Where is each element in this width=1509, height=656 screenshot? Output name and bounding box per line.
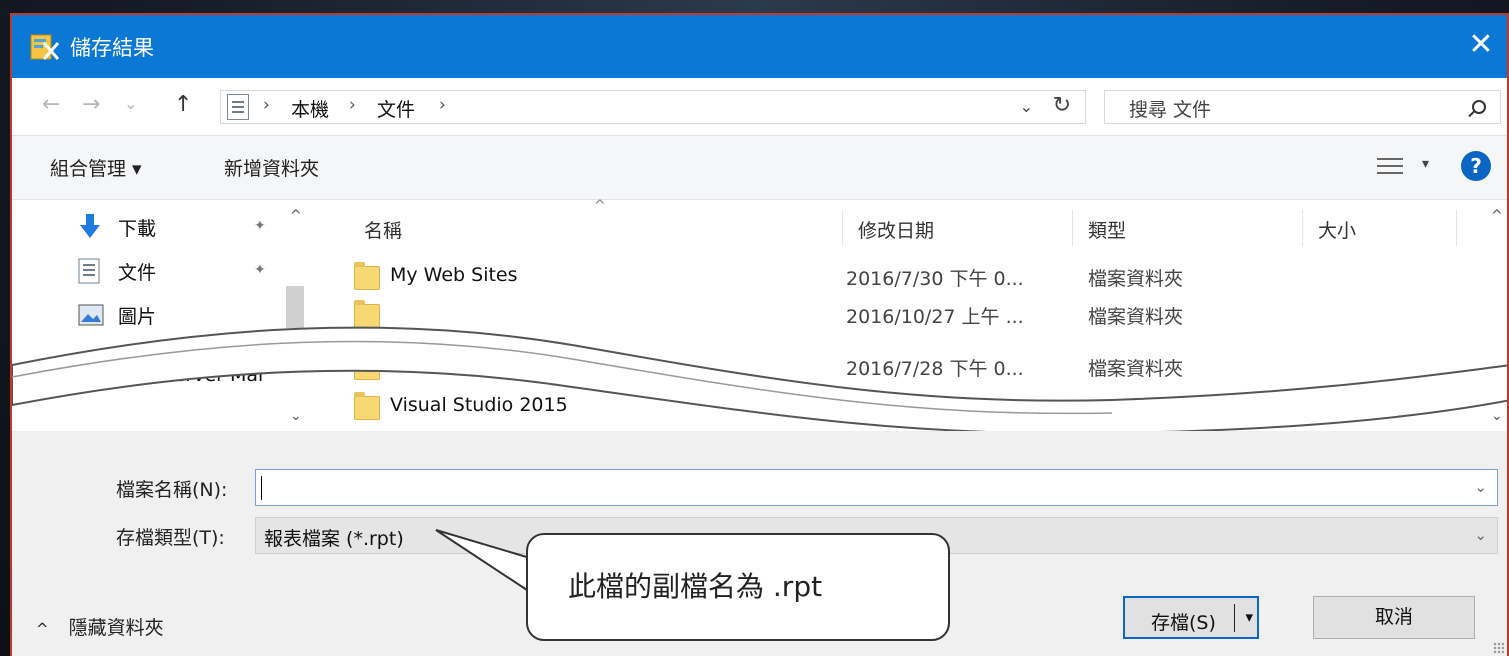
chevron-down-icon[interactable]: ▾ xyxy=(1245,608,1253,626)
nav-scrollbar[interactable]: ^ ⌄ xyxy=(282,202,308,431)
folder-icon xyxy=(354,352,380,380)
scroll-up-icon[interactable]: ^ xyxy=(1491,208,1503,224)
filetype-value: 報表檔案 (*.rpt) xyxy=(264,528,404,550)
column-divider[interactable] xyxy=(1302,210,1303,246)
pin-icon[interactable]: ✦ xyxy=(254,218,266,234)
resize-grip-icon[interactable] xyxy=(1493,642,1505,654)
filetype-label: 存檔類型(T): xyxy=(116,527,225,549)
split-divider xyxy=(1234,604,1235,632)
file-name: My Web Sites xyxy=(390,264,518,286)
pin-icon[interactable]: ✦ xyxy=(254,262,266,278)
breadcrumb-separator[interactable]: › xyxy=(439,95,446,115)
file-modified: 2016/10/27 上午 ... xyxy=(846,306,1024,328)
nav-item-label: 下載 xyxy=(118,218,157,240)
file-type: 檔案資料夾 xyxy=(1088,358,1184,380)
nav-item-label: SQL Server Mar xyxy=(118,364,266,386)
chevron-down-icon[interactable]: ⌄ xyxy=(1474,526,1487,544)
file-type: 檔案資料夾 xyxy=(1088,306,1184,328)
organize-button[interactable]: 組合管理 ▾ xyxy=(50,154,142,181)
report-icon xyxy=(30,34,60,60)
hide-folders-toggle[interactable]: ^ 隱藏資料夾 xyxy=(36,613,164,640)
file-scrollbar[interactable]: ^ ⌄ xyxy=(1483,202,1507,431)
callout-text: 此檔的副檔名為 .rpt xyxy=(568,570,823,603)
back-arrow-icon[interactable]: ← xyxy=(42,92,60,117)
text-caret xyxy=(261,476,262,500)
search-icon[interactable] xyxy=(1472,100,1486,114)
column-divider[interactable] xyxy=(1072,210,1073,246)
scroll-down-icon[interactable]: ⌄ xyxy=(1491,408,1503,424)
up-arrow-icon[interactable]: ↑ xyxy=(174,92,192,117)
hide-folders-label: 隱藏資料夾 xyxy=(68,617,164,639)
scroll-down-icon[interactable]: ⌄ xyxy=(290,408,302,424)
column-divider[interactable] xyxy=(1456,210,1457,246)
breadcrumb-documents[interactable]: 文件 xyxy=(377,95,415,122)
view-options-icon[interactable] xyxy=(1377,158,1403,176)
search-placeholder: 搜尋 文件 xyxy=(1129,99,1212,121)
breadcrumb-this-pc[interactable]: 本機 xyxy=(291,95,329,122)
folder-icon xyxy=(354,300,380,328)
search-input[interactable]: 搜尋 文件 xyxy=(1104,90,1501,124)
title-bar: 儲存結果 ✕ xyxy=(12,15,1507,78)
file-type: 檔案資料夾 xyxy=(1088,268,1184,290)
download-icon xyxy=(80,214,100,238)
recent-locations-icon[interactable]: ⌄ xyxy=(124,94,137,113)
column-divider[interactable] xyxy=(842,210,843,246)
navigation-pane: 下載 ✦ 文件 ✦ 圖片 SQL Server Mar ^ ⌄ xyxy=(12,202,310,431)
nav-item-label: 圖片 xyxy=(118,306,157,328)
document-icon xyxy=(78,258,100,284)
file-modified: 2016/7/28 下午 0... xyxy=(846,358,1024,380)
cancel-button[interactable]: 取消 xyxy=(1313,596,1475,639)
filename-label: 檔案名稱(N): xyxy=(116,479,228,501)
document-icon xyxy=(227,94,249,120)
file-name: Visual Studio 2015 xyxy=(390,394,568,416)
picture-icon xyxy=(78,304,104,326)
filename-input[interactable]: ⌄ xyxy=(255,469,1498,506)
address-bar[interactable]: › 本機 › 文件 › ⌄ ↻ xyxy=(220,90,1086,124)
browser-area: 下載 ✦ 文件 ✦ 圖片 SQL Server Mar ^ ⌄ ^ 名稱 修改日… xyxy=(12,198,1507,431)
scroll-up-icon[interactable]: ^ xyxy=(290,208,302,224)
address-row: ← → ⌄ ↑ › 本機 › 文件 › ⌄ ↻ 搜尋 文件 xyxy=(12,78,1507,136)
annotation-callout: 此檔的副檔名為 .rpt xyxy=(526,533,950,641)
column-header-type[interactable]: 類型 xyxy=(1088,216,1126,243)
breadcrumb-separator: › xyxy=(263,95,270,115)
column-header-size[interactable]: 大小 xyxy=(1318,216,1356,243)
file-modified: 2016/7/30 下午 0... xyxy=(846,268,1024,290)
chevron-down-icon[interactable]: ⌄ xyxy=(1474,478,1487,496)
command-bar: 組合管理 ▾ 新增資料夾 ▾ ? xyxy=(12,136,1507,200)
new-folder-button[interactable]: 新增資料夾 xyxy=(224,154,319,181)
refresh-icon[interactable]: ↻ xyxy=(1053,93,1071,118)
column-header-modified[interactable]: 修改日期 xyxy=(858,216,934,243)
forward-arrow-icon[interactable]: → xyxy=(82,92,100,117)
save-button[interactable]: 存檔(S) ▾ xyxy=(1123,596,1259,639)
chevron-down-icon[interactable]: ⌄ xyxy=(1020,97,1033,116)
column-header-name[interactable]: 名稱 xyxy=(364,216,402,243)
folder-icon xyxy=(354,392,380,420)
close-button[interactable]: ✕ xyxy=(1461,25,1501,65)
sort-ascending-icon: ^ xyxy=(594,198,606,214)
file-name: Visual Studio 2010 xyxy=(390,354,568,376)
breadcrumb-separator: › xyxy=(349,95,356,115)
file-list: ^ 名稱 修改日期 類型 大小 My Web Sites 2016/7/30 下… xyxy=(312,198,1507,431)
help-icon[interactable]: ? xyxy=(1461,151,1491,181)
nav-item-label: 文件 xyxy=(118,262,157,284)
window-title: 儲存結果 xyxy=(70,36,154,60)
scrollbar-thumb[interactable] xyxy=(286,286,304,328)
folder-icon xyxy=(78,362,102,390)
save-button-label: 存檔(S) xyxy=(1151,612,1216,634)
chevron-up-icon: ^ xyxy=(36,620,49,638)
folder-icon xyxy=(354,262,380,290)
chevron-down-icon[interactable]: ▾ xyxy=(1422,156,1429,172)
